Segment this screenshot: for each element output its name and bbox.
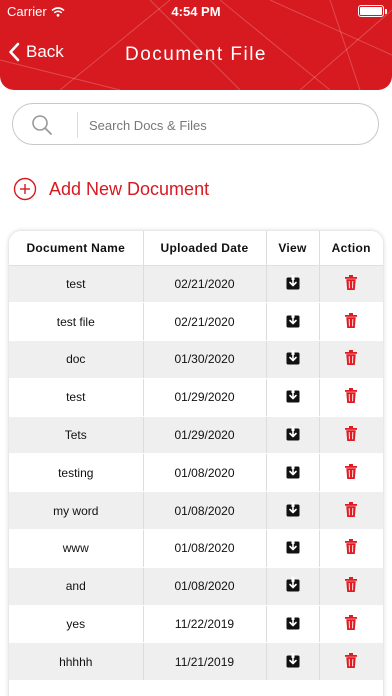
document-name-cell: test (9, 378, 144, 417)
view-cell (266, 416, 320, 455)
action-cell (319, 302, 383, 342)
uploaded-date-cell: 01/29/2020 (143, 378, 267, 417)
table-row: test file 02/21/2020 (9, 302, 383, 342)
action-cell (319, 491, 383, 531)
uploaded-date-cell: 02/21/2020 (143, 302, 267, 342)
uploaded-date-cell: 11/22/2019 (143, 605, 267, 644)
download-icon[interactable] (286, 274, 300, 293)
status-bar: Carrier 4:54 PM (0, 0, 392, 22)
action-cell (319, 265, 383, 304)
download-icon[interactable] (286, 463, 300, 482)
action-cell (319, 567, 383, 606)
download-icon[interactable] (286, 615, 300, 633)
document-name-cell: hhhhh (9, 642, 144, 682)
uploaded-date-cell: 01/08/2020 (143, 491, 267, 531)
uploaded-date-cell: 01/08/2020 (143, 567, 267, 606)
document-name-cell: test (9, 265, 144, 304)
download-icon[interactable] (286, 539, 300, 557)
status-time: 4:54 PM (171, 4, 221, 19)
plus-circle-icon (13, 177, 37, 201)
column-header-uploaded-date: Uploaded Date (143, 231, 267, 266)
view-cell (266, 642, 320, 682)
uploaded-date-cell: 01/30/2020 (143, 340, 267, 379)
document-name-cell: and (9, 567, 144, 606)
uploaded-date-cell: 11/21/2019 (143, 642, 267, 682)
trash-icon[interactable] (345, 426, 358, 444)
document-name-cell: Tets (9, 416, 144, 455)
documents-table: Document Name Uploaded Date View Action … (9, 231, 383, 696)
document-name-cell: testing (9, 453, 144, 493)
app-header: Carrier 4:54 PM Back Document File (0, 0, 392, 90)
search-divider (77, 112, 78, 138)
document-name-cell: yes (9, 605, 144, 644)
document-name-cell: test file (9, 302, 144, 342)
search-input[interactable] (89, 110, 369, 140)
download-icon[interactable] (286, 312, 300, 331)
table-row: test 02/21/2020 (9, 265, 383, 304)
download-icon[interactable] (286, 652, 300, 671)
table-row: hhhhh 11/21/2019 (9, 642, 383, 682)
trash-icon[interactable] (345, 463, 358, 482)
trash-icon[interactable] (345, 350, 358, 368)
column-header-view: View (266, 231, 320, 266)
trash-icon[interactable] (345, 652, 358, 671)
uploaded-date-cell: 01/08/2020 (143, 453, 267, 493)
action-cell (319, 529, 383, 568)
battery-icon (358, 5, 387, 17)
table-row: and 01/08/2020 (9, 567, 383, 606)
download-icon[interactable] (286, 350, 300, 368)
trash-icon[interactable] (345, 312, 358, 331)
column-header-document-name: Document Name (9, 231, 144, 266)
download-icon[interactable] (286, 426, 300, 444)
battery-level (360, 7, 382, 15)
view-cell (266, 340, 320, 379)
table-row: testing 01/08/2020 (9, 453, 383, 493)
trash-icon[interactable] (345, 274, 358, 293)
table-row: doc 01/30/2020 (9, 340, 383, 379)
view-cell (266, 567, 320, 606)
view-cell (266, 491, 320, 531)
download-icon[interactable] (286, 577, 300, 595)
trash-icon[interactable] (345, 539, 358, 557)
action-cell (319, 340, 383, 379)
trash-icon[interactable] (345, 501, 358, 520)
document-name-cell: my word (9, 491, 144, 531)
search-icon (32, 115, 52, 135)
uploaded-date-cell: 02/21/2020 (143, 265, 267, 304)
document-name-cell: doc (9, 340, 144, 379)
table-row: yes 11/22/2019 (9, 605, 383, 644)
uploaded-date-cell: 01/29/2020 (143, 416, 267, 455)
action-cell (319, 416, 383, 455)
table-row: test 01/29/2020 (9, 378, 383, 417)
view-cell (266, 378, 320, 417)
uploaded-date-cell: 01/08/2020 (143, 529, 267, 568)
view-cell (266, 605, 320, 644)
view-cell (266, 302, 320, 342)
add-new-document-button[interactable]: Add New Document (13, 177, 209, 201)
add-new-label: Add New Document (49, 178, 210, 199)
search-bar[interactable] (12, 103, 379, 145)
document-name-cell: www (9, 529, 144, 568)
table-header-row: Document Name Uploaded Date View Action (9, 231, 383, 266)
column-header-action: Action (319, 231, 383, 266)
action-cell (319, 605, 383, 644)
download-icon[interactable] (286, 501, 300, 520)
view-cell (266, 529, 320, 568)
table-row: my word 01/08/2020 (9, 491, 383, 531)
view-cell (266, 453, 320, 493)
table-row: www 01/08/2020 (9, 529, 383, 568)
download-icon[interactable] (286, 388, 300, 406)
trash-icon[interactable] (345, 615, 358, 633)
view-cell (266, 265, 320, 304)
action-cell (319, 378, 383, 417)
trash-icon[interactable] (345, 388, 358, 406)
action-cell (319, 642, 383, 682)
page-title: Document File (125, 44, 267, 65)
action-cell (319, 453, 383, 493)
table-row: Tets 01/29/2020 (9, 416, 383, 455)
trash-icon[interactable] (345, 577, 358, 595)
